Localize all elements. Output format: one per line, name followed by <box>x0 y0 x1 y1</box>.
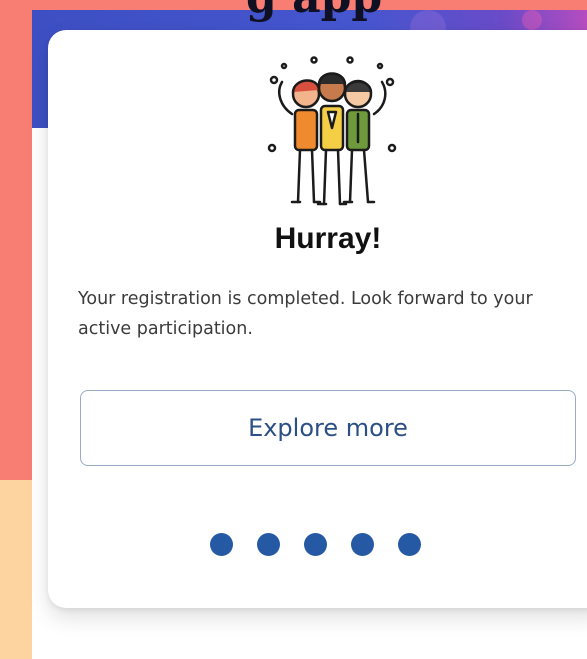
background-caption: g app <box>246 0 382 23</box>
pagination-dot[interactable] <box>398 533 421 556</box>
celebrating-friends-icon <box>267 56 397 206</box>
banner-decoration <box>522 10 542 30</box>
pagination-dot[interactable] <box>257 533 280 556</box>
pagination-dot[interactable] <box>210 533 233 556</box>
pagination-dot[interactable] <box>351 533 374 556</box>
background-panel-peach <box>0 480 32 659</box>
explore-more-button[interactable]: Explore more <box>80 390 576 466</box>
success-dialog: Hurray! Your registration is completed. … <box>48 30 587 608</box>
dialog-message: Your registration is completed. Look for… <box>78 289 533 339</box>
pagination-dots <box>210 533 421 556</box>
pagination-dot[interactable] <box>304 533 327 556</box>
dialog-title: Hurray! <box>274 222 382 255</box>
background-panel-coral <box>0 0 32 480</box>
